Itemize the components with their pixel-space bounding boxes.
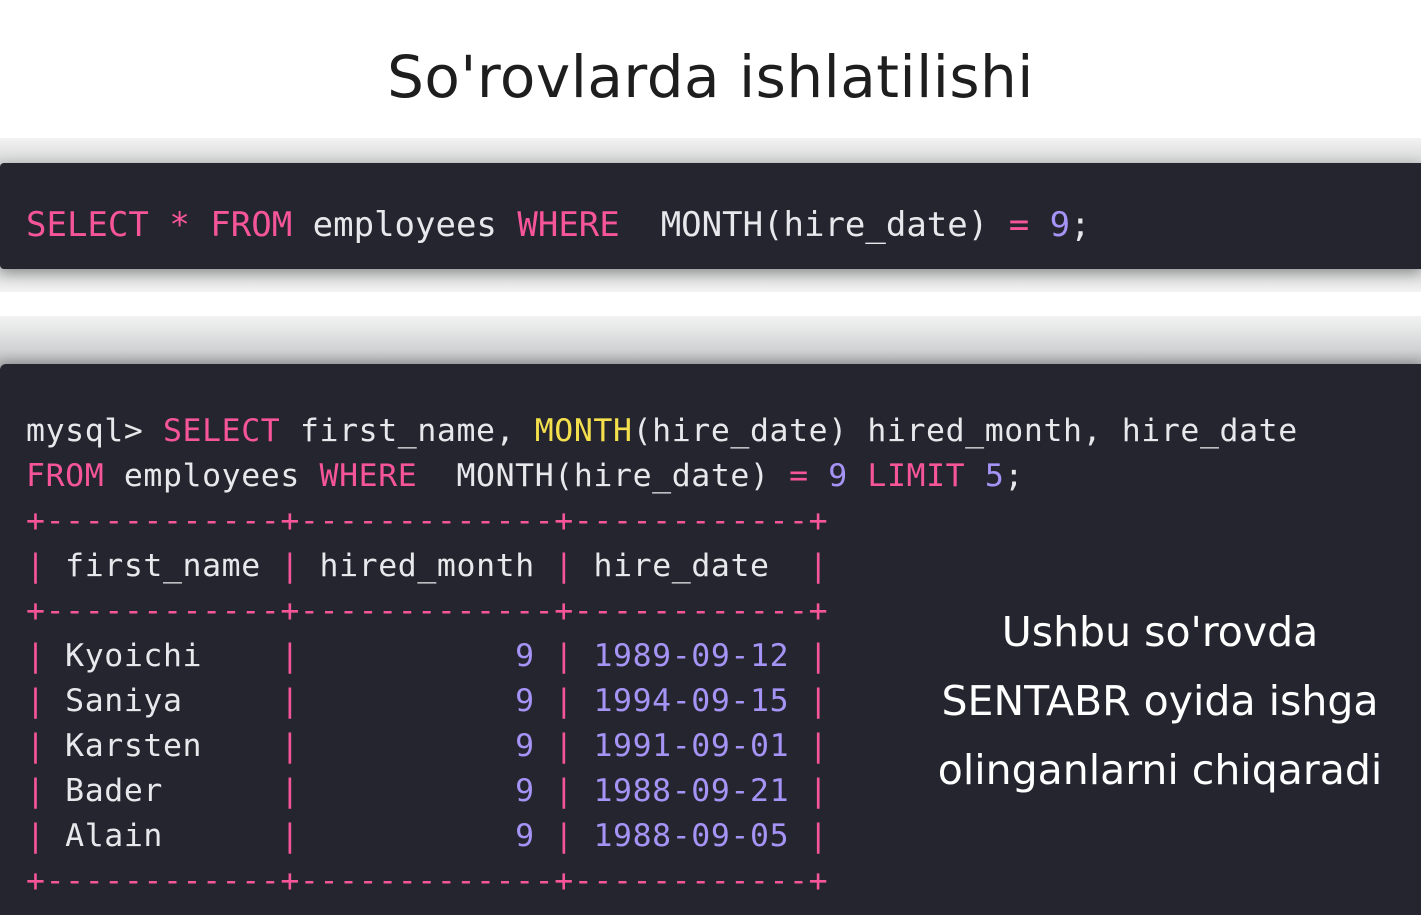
cell-hire-date: 1989-09-12	[593, 638, 790, 674]
column-alias: hired_month,	[867, 413, 1103, 449]
cell-hire-date: 1991-09-01	[593, 728, 790, 764]
column-separator: |	[26, 683, 46, 719]
cell-hired-month: 9	[515, 638, 535, 674]
terminal-query-line-2: FROM employees WHERE MONTH(hire_date) = …	[26, 456, 1024, 496]
mysql-terminal: mysql> SELECT first_name, MONTH(hire_dat…	[0, 364, 1421, 915]
column-separator: |	[280, 638, 300, 674]
column-separator: |	[808, 638, 829, 674]
function-month: MONTH	[534, 413, 633, 449]
column-separator: |	[808, 773, 829, 809]
header-first-name: first_name	[65, 548, 261, 584]
column-separator: |	[554, 548, 574, 584]
column-separator: |	[26, 728, 46, 764]
month-function-call: MONTH(hire_date)	[456, 458, 770, 494]
cell-first-name: Karsten	[65, 728, 203, 764]
column-separator: |	[26, 638, 46, 674]
terminal-query-line-1: mysql> SELECT first_name, MONTH(hire_dat…	[26, 411, 1298, 451]
column-separator: |	[808, 728, 829, 764]
table-name: employees	[312, 205, 497, 245]
table-border-top: +------------+-------------+------------…	[26, 503, 829, 539]
star-operator: *	[169, 205, 190, 245]
note-line-3: olinganlarni chiqaradi	[937, 746, 1383, 794]
month-value: 9	[828, 458, 848, 494]
function-argument: (hire_date)	[632, 413, 848, 449]
query-line: SELECT * FROM employees WHERE MONTH(hire…	[26, 205, 1091, 245]
cell-first-name: Kyoichi	[65, 638, 203, 674]
keyword-limit: LIMIT	[867, 458, 966, 494]
table-row: | Alain | 9 | 1988-09-05 |	[26, 816, 828, 856]
keyword-select: SELECT	[162, 413, 281, 449]
column-separator: |	[554, 818, 574, 854]
cell-hire-date: 1994-09-15	[593, 683, 790, 719]
table-row: | Kyoichi | 9 | 1989-09-12 |	[26, 636, 828, 676]
cell-hired-month: 9	[515, 683, 535, 719]
keyword-from: FROM	[210, 205, 293, 245]
month-function-call: MONTH(hire_date)	[660, 205, 989, 245]
column-separator: |	[26, 818, 46, 854]
note-line-1: Ushbu so'rovda	[1001, 608, 1319, 656]
column-separator: |	[554, 773, 574, 809]
note-line-2: SENTABR oyida ishga	[941, 677, 1379, 725]
column-separator: |	[280, 728, 300, 764]
column-separator: |	[280, 683, 300, 719]
cell-first-name: Saniya	[65, 683, 183, 719]
table-row: | Saniya | 9 | 1994-09-15 |	[26, 681, 828, 721]
column-hire-date: hire_date	[1121, 413, 1298, 449]
month-value: 9	[1049, 205, 1071, 245]
column-first-name: first_name,	[299, 413, 516, 449]
table-border-mid: +------------+-------------+------------…	[26, 593, 829, 629]
equals-operator: =	[1008, 205, 1030, 245]
cell-hired-month: 9	[515, 818, 535, 854]
equals-operator: =	[789, 458, 809, 494]
column-separator: |	[26, 548, 46, 584]
cell-first-name: Bader	[65, 773, 163, 809]
semicolon: ;	[1070, 205, 1091, 245]
column-separator: |	[280, 773, 300, 809]
column-separator: |	[808, 548, 829, 584]
cell-hired-month: 9	[515, 773, 535, 809]
table-row: | Karsten | 9 | 1991-09-01 |	[26, 726, 828, 766]
header-hire-date: hire_date	[593, 548, 770, 584]
column-separator: |	[280, 548, 300, 584]
keyword-from: FROM	[26, 458, 105, 494]
cell-hire-date: 1988-09-21	[593, 773, 790, 809]
explanation-note: Ushbu so'rovda SENTABR oyida ishga oling…	[900, 598, 1420, 805]
column-separator: |	[26, 773, 46, 809]
cell-first-name: Alain	[65, 818, 163, 854]
column-separator: |	[808, 818, 829, 854]
keyword-select: SELECT	[26, 205, 149, 245]
result-header-row: | first_name | hired_month | hire_date |	[26, 546, 828, 586]
semicolon: ;	[1004, 458, 1024, 494]
slide-title: So'rovlarda ishlatilishi	[387, 43, 1034, 111]
column-separator: |	[554, 638, 574, 674]
keyword-where: WHERE	[319, 458, 418, 494]
column-separator: |	[808, 683, 829, 719]
limit-value: 5	[984, 458, 1005, 494]
table-row: | Bader | 9 | 1988-09-21 |	[26, 771, 828, 811]
column-separator: |	[554, 728, 574, 764]
table-border-bottom: +------------+-------------+------------…	[26, 863, 829, 899]
column-separator: |	[280, 818, 300, 854]
mysql-prompt: mysql>	[26, 413, 144, 449]
table-name: employees	[123, 458, 300, 494]
cell-hired-month: 9	[515, 728, 535, 764]
keyword-where: WHERE	[517, 205, 620, 245]
header-hired-month: hired_month	[319, 548, 535, 584]
cell-hire-date: 1988-09-05	[593, 818, 790, 854]
query-code-box: SELECT * FROM employees WHERE MONTH(hire…	[0, 163, 1421, 269]
column-separator: |	[554, 683, 574, 719]
